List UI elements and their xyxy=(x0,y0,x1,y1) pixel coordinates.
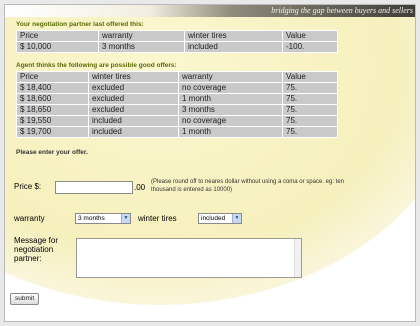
table-header-row: Price winter tires warranty Value xyxy=(16,71,338,83)
page-frame: bridging the gap between buyers and sell… xyxy=(4,4,416,322)
textarea-scrollbar[interactable] xyxy=(294,239,301,277)
table-cell: 75. xyxy=(282,126,338,138)
last-offer-heading: Your negotiation partner last offered th… xyxy=(16,21,144,28)
good-offers-heading: Agent thinks the following are possible … xyxy=(16,62,177,69)
table-row: $ 18,650 excluded 3 months 75. xyxy=(16,104,338,116)
table-cell: included xyxy=(88,126,179,138)
table-cell: $ 18,600 xyxy=(16,93,89,105)
submit-button[interactable]: submit xyxy=(10,293,40,305)
price-label: Price $: xyxy=(14,182,42,191)
table-row: $ 10,000 3 months included -100. xyxy=(16,41,338,53)
column-header: Value xyxy=(282,71,338,83)
column-header: winter tires xyxy=(184,30,283,42)
table-cell: no coverage xyxy=(178,115,283,127)
table-cell: included xyxy=(88,115,179,127)
table-cell: 75. xyxy=(282,115,338,127)
main-content: Your negotiation partner last offered th… xyxy=(16,20,412,157)
last-offer-table: Price warranty winter tires Value $ 10,0… xyxy=(16,30,338,53)
price-input[interactable] xyxy=(55,181,133,194)
table-cell: -100. xyxy=(282,41,338,53)
warranty-select[interactable]: 3 months ▼ xyxy=(75,213,131,224)
column-header: warranty xyxy=(98,30,185,42)
banner: bridging the gap between buyers and sell… xyxy=(5,5,415,17)
table-cell: $ 19,700 xyxy=(16,126,89,138)
table-row: $ 18,400 excluded no coverage 75. xyxy=(16,82,338,94)
table-cell: $ 18,400 xyxy=(16,82,89,94)
good-offers-table: Price winter tires warranty Value $ 18,4… xyxy=(16,71,338,138)
table-cell: included xyxy=(184,41,283,53)
column-header: Price xyxy=(16,71,89,83)
table-cell: $ 18,650 xyxy=(16,104,89,116)
warranty-selected-value: 3 months xyxy=(78,215,105,222)
table-cell: 3 months xyxy=(98,41,185,53)
warranty-label: warranty xyxy=(14,214,45,223)
table-cell: excluded xyxy=(88,104,179,116)
chevron-down-icon: ▼ xyxy=(232,214,241,223)
message-label: Message for negotiation partner: xyxy=(14,236,59,263)
price-cents-suffix: .00 xyxy=(134,183,146,192)
table-row: $ 18,600 excluded 1 month 75. xyxy=(16,93,338,105)
table-cell: 75. xyxy=(282,82,338,94)
table-cell: $ 10,000 xyxy=(16,41,99,53)
price-note: (Please round off to neares dollar witho… xyxy=(151,179,345,193)
table-cell: excluded xyxy=(88,82,179,94)
table-cell: 75. xyxy=(282,93,338,105)
column-header: winter tires xyxy=(88,71,179,83)
winter-tires-selected-value: included xyxy=(201,215,226,222)
column-header: Price xyxy=(16,30,99,42)
chevron-down-icon: ▼ xyxy=(121,214,130,223)
winter-tires-select[interactable]: included ▼ xyxy=(198,213,242,224)
column-header: warranty xyxy=(178,71,283,83)
table-cell: $ 19,550 xyxy=(16,115,89,127)
column-header: Value xyxy=(282,30,338,42)
table-cell: 75. xyxy=(282,104,338,116)
table-cell: 1 month xyxy=(178,93,283,105)
offer-form-heading: Please enter your offer. xyxy=(16,149,88,156)
winter-tires-label: winter tires xyxy=(138,214,177,223)
banner-tagline: bridging the gap between buyers and sell… xyxy=(271,6,413,15)
table-cell: 3 months xyxy=(178,104,283,116)
table-cell: no coverage xyxy=(178,82,283,94)
table-row: $ 19,550 included no coverage 75. xyxy=(16,115,338,127)
table-header-row: Price warranty winter tires Value xyxy=(16,30,338,42)
table-cell: excluded xyxy=(88,93,179,105)
table-cell: 1 month xyxy=(178,126,283,138)
table-row: $ 19,700 included 1 month 75. xyxy=(16,126,338,138)
message-textarea[interactable] xyxy=(76,238,302,278)
